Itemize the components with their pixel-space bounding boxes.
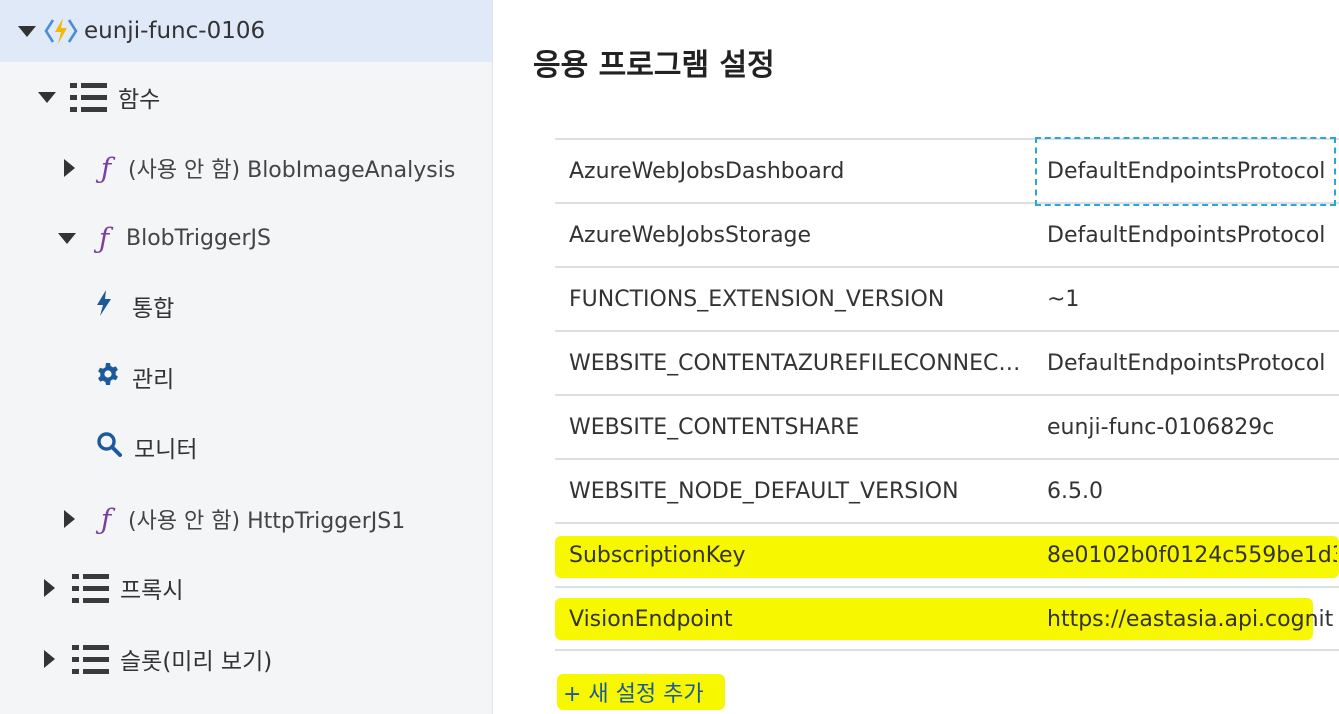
function-icon: ƒ	[100, 151, 112, 185]
setting-name: AzureWebJobsStorage	[569, 223, 812, 248]
tree-item-functions-group[interactable]: 함수	[0, 66, 492, 128]
sidebar-tree: eunji-func-0106 함수 ƒ (사용 안 함) BlobImageA…	[0, 0, 493, 714]
tree-item-label: 관리	[132, 367, 175, 393]
function-app-icon	[44, 16, 78, 46]
gear-icon	[96, 362, 120, 392]
tree-item-function-blobtriggerjs[interactable]: ƒ BlobTriggerJS	[0, 207, 492, 269]
list-icon	[72, 642, 110, 676]
tree-item-label: (사용 안 함) BlobImageAnalysis	[128, 158, 456, 183]
tree-item-label: 함수	[118, 87, 161, 113]
chevron-down-icon[interactable]	[18, 22, 36, 40]
tree-item-label: BlobTriggerJS	[126, 225, 271, 251]
setting-name: SubscriptionKey	[569, 543, 746, 568]
setting-value[interactable]: https://eastasia.api.cognit	[1047, 607, 1337, 632]
tree-item-proxies[interactable]: 프록시	[0, 557, 492, 619]
tree-item-label: 통합	[132, 296, 175, 322]
setting-value[interactable]: ~1	[1047, 287, 1337, 312]
setting-name: WEBSITE_CONTENTSHARE	[569, 415, 860, 440]
chevron-down-icon[interactable]	[58, 229, 76, 247]
setting-value[interactable]: 6.5.0	[1047, 479, 1337, 504]
tree-item-monitor[interactable]: 모니터	[0, 416, 492, 478]
tree-item-function-blobimageanalysis[interactable]: ƒ (사용 안 함) BlobImageAnalysis	[0, 137, 492, 199]
table-row[interactable]: VisionEndpoint https://eastasia.api.cogn…	[555, 586, 1339, 651]
function-icon: ƒ	[100, 502, 112, 536]
tree-item-function-httptriggerjs1[interactable]: ƒ (사용 안 함) HttpTriggerJS1	[0, 488, 492, 550]
setting-name: VisionEndpoint	[569, 607, 733, 632]
focused-value-outline	[1035, 137, 1336, 206]
table-row[interactable]: WEBSITE_NODE_DEFAULT_VERSION 6.5.0	[555, 458, 1339, 523]
table-row[interactable]: AzureWebJobsStorage DefaultEndpointsProt…	[555, 202, 1339, 267]
tree-item-label: 프록시	[120, 578, 184, 604]
chevron-right-icon[interactable]	[40, 579, 58, 597]
tree-item-label: 슬롯(미리 보기)	[120, 649, 273, 675]
tree-item-label: eunji-func-0106	[84, 18, 266, 44]
table-row[interactable]: SubscriptionKey 8e0102b0f0124c559be1d3	[555, 522, 1339, 587]
tree-item-integrate[interactable]: 통합	[0, 275, 492, 337]
tree-item-slots[interactable]: 슬롯(미리 보기)	[0, 628, 492, 690]
list-icon	[70, 80, 108, 114]
table-row[interactable]: WEBSITE_CONTENTAZUREFILECONNECTI... Defa…	[555, 330, 1339, 395]
tree-item-label: 모니터	[134, 437, 198, 463]
table-divider	[555, 649, 1339, 651]
tree-item-function-app[interactable]: eunji-func-0106	[0, 0, 492, 62]
setting-value[interactable]: DefaultEndpointsProtocol	[1047, 223, 1337, 248]
setting-value[interactable]: 8e0102b0f0124c559be1d3	[1047, 543, 1337, 568]
setting-name: WEBSITE_CONTENTAZUREFILECONNECTI...	[569, 351, 1029, 376]
table-row[interactable]: WEBSITE_CONTENTSHARE eunji-func-0106829c	[555, 394, 1339, 459]
chevron-right-icon[interactable]	[60, 159, 78, 177]
tree-item-label: (사용 안 함) HttpTriggerJS1	[128, 509, 406, 534]
search-icon	[96, 431, 122, 463]
tree-item-manage[interactable]: 관리	[0, 346, 492, 408]
list-icon	[72, 571, 110, 605]
table-row[interactable]: FUNCTIONS_EXTENSION_VERSION ~1	[555, 266, 1339, 331]
chevron-right-icon[interactable]	[60, 510, 78, 528]
chevron-down-icon[interactable]	[38, 88, 56, 106]
lightning-icon	[94, 289, 114, 323]
add-new-setting-link[interactable]: + 새 설정 추가	[555, 674, 712, 710]
page-title: 응용 프로그램 설정	[533, 48, 775, 83]
setting-name: AzureWebJobsDashboard	[569, 159, 845, 184]
setting-value[interactable]: eunji-func-0106829c	[1047, 415, 1337, 440]
setting-name: FUNCTIONS_EXTENSION_VERSION	[569, 287, 945, 312]
function-icon: ƒ	[98, 221, 110, 255]
app-settings-panel: 응용 프로그램 설정 AzureWebJobsDashboard Default…	[493, 0, 1339, 714]
chevron-right-icon[interactable]	[40, 650, 58, 668]
setting-name: WEBSITE_NODE_DEFAULT_VERSION	[569, 479, 959, 504]
setting-value[interactable]: DefaultEndpointsProtocol	[1047, 351, 1337, 376]
